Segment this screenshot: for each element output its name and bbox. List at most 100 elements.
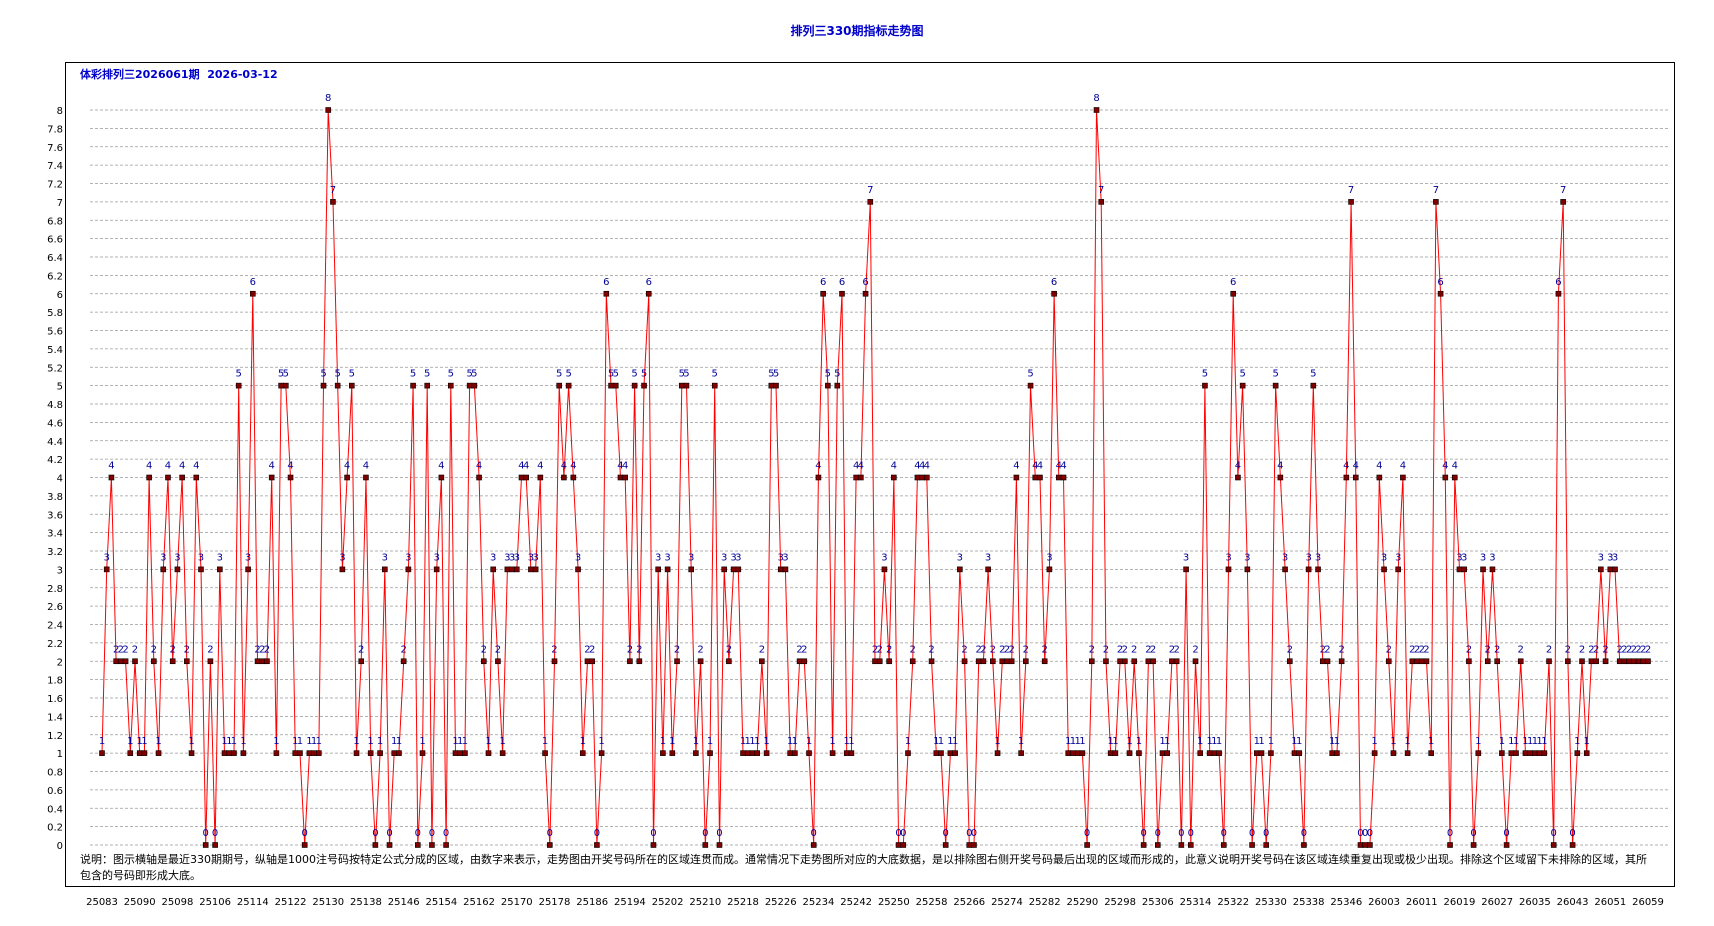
data-label: 4	[815, 461, 821, 472]
data-point	[740, 750, 746, 756]
data-label: 5	[773, 369, 779, 380]
data-point	[1145, 658, 1152, 665]
data-label: 2	[1324, 644, 1330, 655]
data-point	[924, 474, 930, 481]
data-point	[1329, 750, 1336, 756]
data-label: 1	[905, 736, 911, 747]
data-label: 2	[1287, 644, 1293, 655]
data-point	[579, 750, 586, 756]
data-point	[235, 382, 242, 389]
data-point	[1395, 566, 1401, 573]
y-tick-label: 8	[57, 106, 63, 117]
data-label: 7	[1348, 185, 1354, 196]
data-label: 2	[910, 644, 916, 655]
x-tick-label: 25346	[1330, 897, 1362, 908]
data-label: 4	[287, 461, 293, 472]
data-label: 2	[589, 644, 595, 655]
data-point	[1164, 750, 1171, 756]
data-label: 6	[250, 277, 256, 288]
x-tick-label: 25186	[576, 897, 608, 908]
data-label: 2	[481, 644, 487, 655]
data-point	[1169, 658, 1175, 665]
data-point	[155, 750, 162, 756]
data-point	[207, 658, 214, 665]
data-label: 3	[1244, 552, 1250, 563]
y-tick-label: 3.4	[47, 529, 63, 540]
data-point	[1428, 750, 1434, 756]
data-point	[513, 566, 520, 573]
data-label: 7	[1098, 185, 1104, 196]
x-tick-label: 25274	[991, 897, 1023, 908]
data-point	[334, 382, 341, 389]
data-label: 1	[1334, 736, 1340, 747]
data-point	[1631, 658, 1637, 665]
data-point	[103, 566, 110, 573]
data-point	[377, 750, 383, 756]
data-point	[971, 842, 977, 848]
data-point	[1258, 750, 1265, 756]
data-label: 3	[160, 552, 166, 563]
data-point	[660, 750, 666, 756]
x-tick-label: 25162	[463, 897, 495, 908]
data-label: 2	[726, 644, 732, 655]
data-label: 2	[1122, 644, 1128, 655]
data-point	[1560, 199, 1566, 205]
data-label: 1	[1126, 736, 1132, 747]
data-label: 2	[400, 644, 406, 655]
y-tick-label: 0	[57, 841, 63, 852]
data-point	[848, 750, 855, 756]
data-label: 3	[782, 552, 788, 563]
data-point	[919, 474, 925, 481]
data-point	[1451, 474, 1458, 481]
data-label: 3	[245, 552, 251, 563]
data-point	[250, 290, 256, 297]
data-point	[396, 750, 402, 756]
data-point	[1536, 750, 1543, 756]
data-point	[1301, 842, 1307, 848]
data-point	[683, 382, 690, 389]
data-label: 1	[994, 736, 1000, 747]
data-point	[1037, 474, 1043, 481]
data-label: 0	[1551, 828, 1557, 839]
data-point	[306, 750, 313, 756]
data-point	[495, 658, 501, 665]
data-point	[240, 750, 247, 756]
data-point	[311, 750, 317, 756]
data-point	[759, 658, 765, 665]
data-point	[872, 658, 878, 665]
data-point	[466, 382, 473, 389]
data-label: 4	[165, 461, 171, 472]
data-point	[575, 566, 581, 573]
data-point	[707, 750, 713, 756]
data-label: 1	[806, 736, 812, 747]
x-tick-label: 25146	[388, 897, 420, 908]
data-label: 7	[1433, 185, 1439, 196]
data-point	[551, 658, 558, 665]
x-tick-label: 26051	[1594, 897, 1626, 908]
data-point	[1494, 658, 1500, 665]
data-point	[457, 750, 464, 756]
data-label: 2	[1103, 644, 1109, 655]
x-tick-label: 25322	[1217, 897, 1249, 908]
data-label: 5	[283, 369, 289, 380]
data-point	[1183, 566, 1189, 573]
data-point	[570, 474, 577, 481]
data-label: 5	[236, 369, 242, 380]
data-label: 2	[877, 644, 883, 655]
y-tick-label: 7.2	[47, 180, 63, 191]
data-label: 3	[655, 552, 661, 563]
data-point	[678, 382, 685, 389]
data-label: 5	[825, 369, 831, 380]
data-label: 3	[1461, 552, 1467, 563]
data-label: 1	[829, 736, 835, 747]
data-point	[471, 382, 478, 389]
data-point	[353, 750, 360, 756]
data-label: 5	[565, 369, 571, 380]
data-label: 3	[382, 552, 388, 563]
data-point	[773, 382, 779, 389]
x-tick-label: 25234	[803, 897, 835, 908]
data-label: 5	[424, 369, 430, 380]
data-label: 0	[594, 828, 600, 839]
data-label: 4	[1353, 461, 1359, 472]
data-point	[1093, 107, 1100, 113]
